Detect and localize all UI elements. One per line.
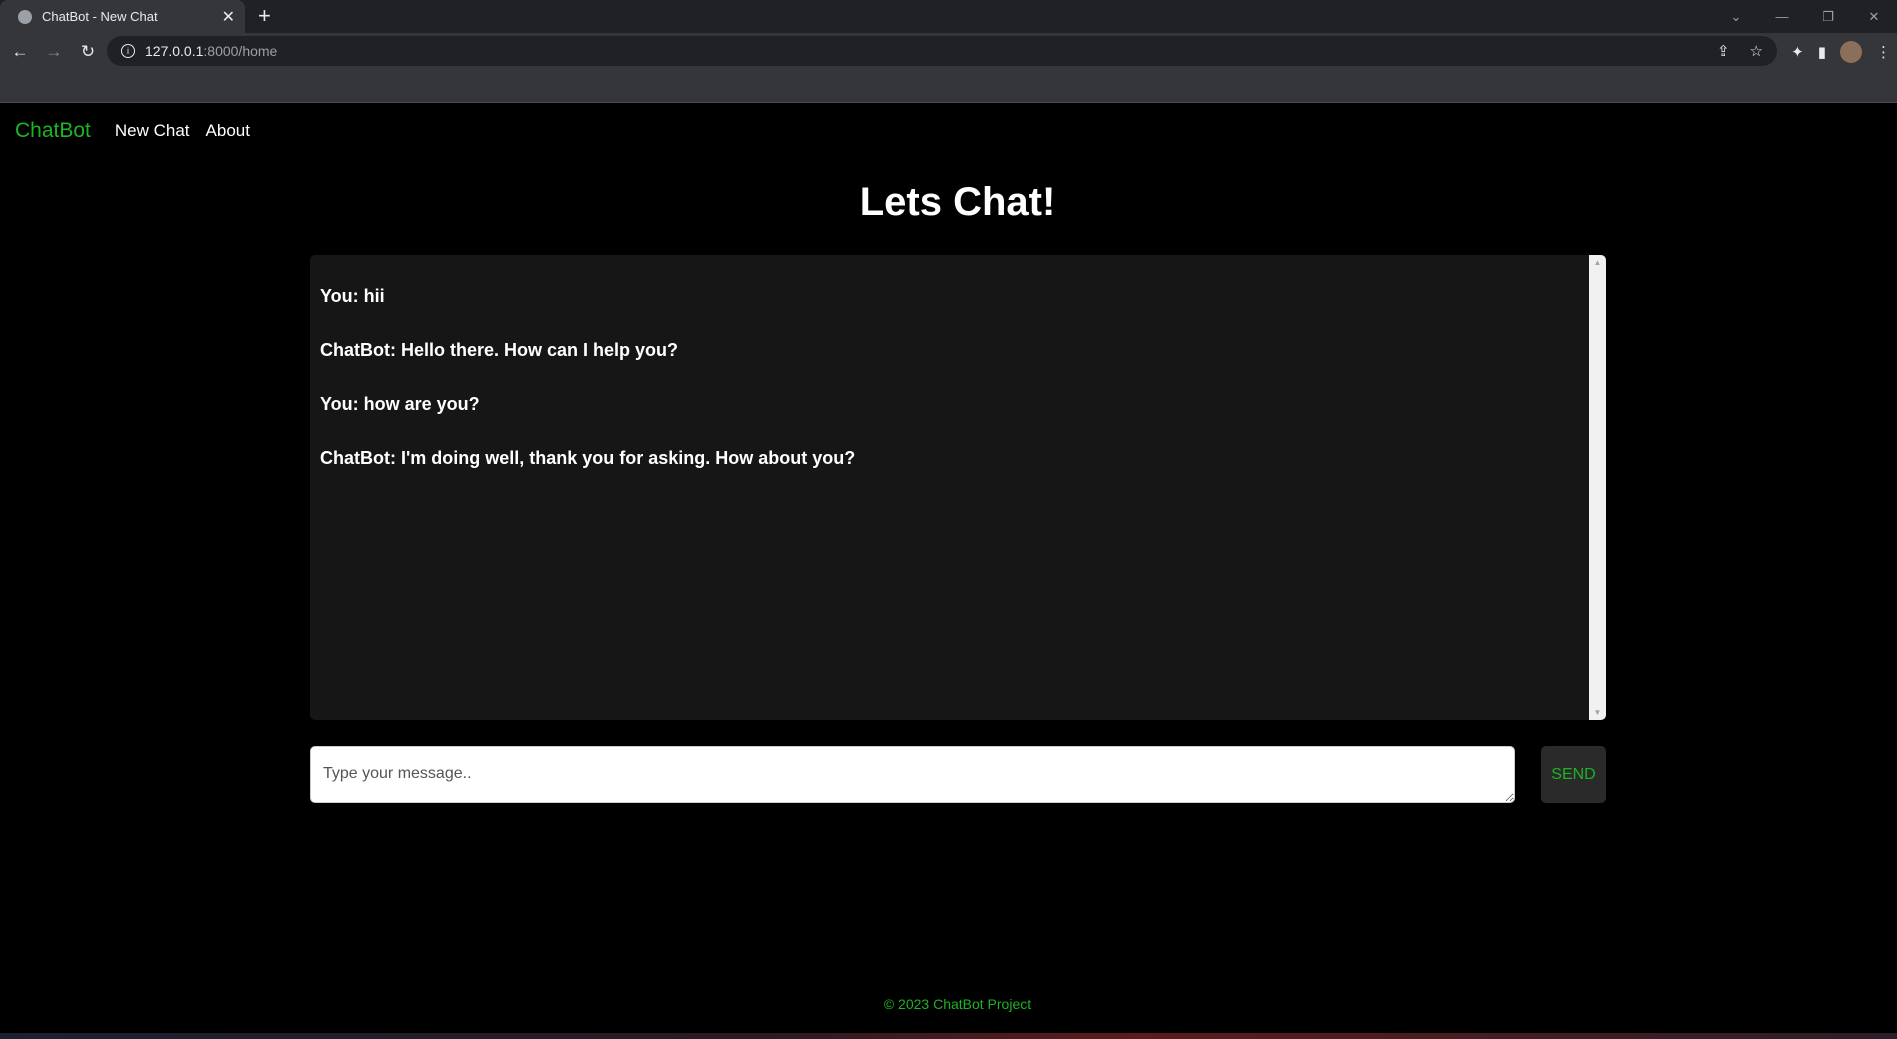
chat-scrollbar[interactable]: ▲ ▼ bbox=[1589, 255, 1606, 720]
chat-message: ChatBot: I'm doing well, thank you for a… bbox=[320, 448, 856, 468]
restore-icon[interactable]: ❐ bbox=[1805, 9, 1851, 25]
share-icon[interactable]: ⇪ bbox=[1717, 42, 1730, 60]
url-host: 127.0.0.1 bbox=[145, 43, 204, 59]
url-path: :8000/home bbox=[203, 43, 278, 59]
nav-link-new-chat[interactable]: New Chat bbox=[115, 121, 190, 141]
bookmark-star-icon[interactable]: ☆ bbox=[1750, 42, 1763, 60]
extensions-icon[interactable]: ✦ bbox=[1791, 43, 1804, 61]
address-bar[interactable]: i 127.0.0.1 :8000/home ⇪ ☆ bbox=[107, 36, 1777, 66]
side-panel-icon[interactable]: ▮ bbox=[1818, 43, 1826, 61]
browser-tabstrip: ChatBot - New Chat ✕ + ⌄ — ❐ ✕ bbox=[0, 0, 1897, 33]
minimize-icon[interactable]: — bbox=[1759, 9, 1805, 24]
footer-copyright: © 2023 ChatBot Project bbox=[883, 996, 1032, 1012]
chat-message: You: hii bbox=[320, 286, 385, 306]
message-input[interactable] bbox=[310, 746, 1515, 803]
reload-icon[interactable]: ↻ bbox=[71, 42, 105, 62]
globe-icon bbox=[18, 9, 32, 24]
menu-icon[interactable]: ⋮ bbox=[1876, 43, 1891, 61]
browser-tab[interactable]: ChatBot - New Chat ✕ bbox=[0, 0, 245, 33]
window-close-icon[interactable]: ✕ bbox=[1851, 9, 1897, 25]
chat-message: You: how are you? bbox=[320, 394, 480, 414]
profile-avatar[interactable] bbox=[1840, 40, 1862, 63]
chat-message: ChatBot: Hello there. How can I help you… bbox=[320, 340, 679, 360]
window-controls: ⌄ — ❐ ✕ bbox=[1713, 0, 1897, 33]
taskbar-strip bbox=[0, 1033, 1897, 1039]
send-button[interactable]: SEND bbox=[1541, 746, 1606, 803]
chat-log[interactable]: You: hii ChatBot: Hello there. How can I… bbox=[310, 255, 1606, 720]
tab-title: ChatBot - New Chat bbox=[42, 9, 158, 24]
scroll-up-icon[interactable]: ▲ bbox=[1589, 258, 1606, 267]
back-icon[interactable]: ← bbox=[3, 42, 37, 62]
page-title: Lets Chat! bbox=[859, 180, 1056, 224]
bookmarks-bar bbox=[0, 70, 1897, 103]
browser-toolbar: ← → ↻ i 127.0.0.1 :8000/home ⇪ ☆ ✦ ▮ ⋮ bbox=[0, 33, 1897, 70]
info-icon[interactable]: i bbox=[121, 44, 135, 58]
brand-link[interactable]: ChatBot bbox=[15, 119, 91, 143]
close-icon[interactable]: ✕ bbox=[222, 7, 235, 27]
site-navbar: ChatBot New Chat About bbox=[0, 103, 1897, 159]
tab-search-icon[interactable]: ⌄ bbox=[1713, 9, 1759, 25]
new-tab-button[interactable]: + bbox=[258, 3, 271, 29]
nav-link-about[interactable]: About bbox=[206, 121, 250, 141]
forward-icon[interactable]: → bbox=[37, 42, 71, 62]
scroll-down-icon[interactable]: ▼ bbox=[1589, 708, 1606, 717]
